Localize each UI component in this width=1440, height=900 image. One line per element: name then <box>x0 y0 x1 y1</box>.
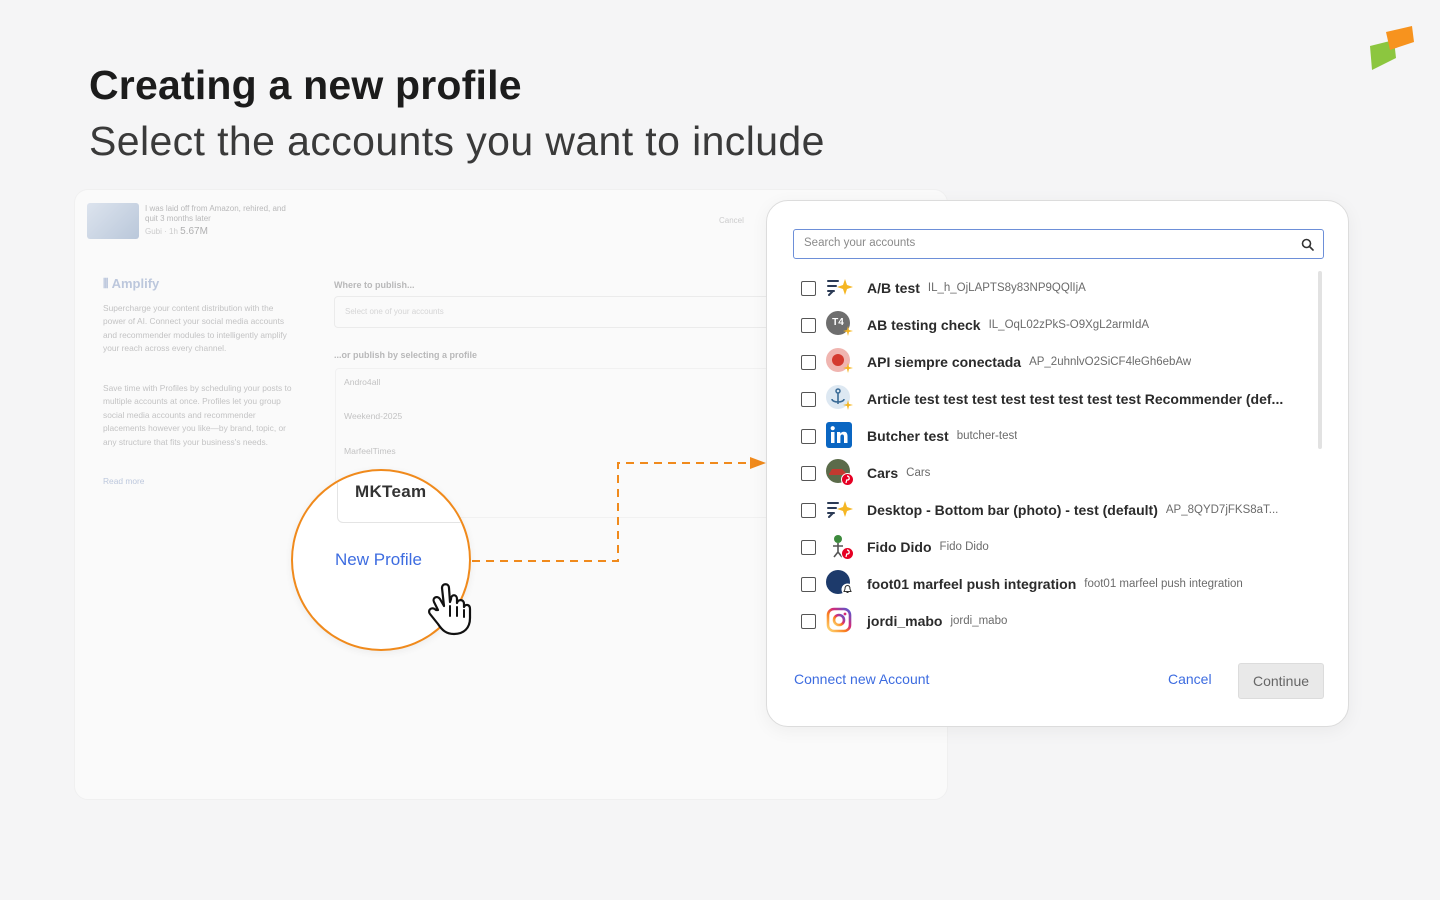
profiles-description: Save time with Profiles by scheduling yo… <box>103 383 292 447</box>
search-input[interactable] <box>804 237 1284 249</box>
profile-item-mkteam[interactable]: MKTeam <box>355 482 426 502</box>
account-row[interactable]: Butcher test butcher-test <box>793 421 1313 451</box>
account-checkbox[interactable] <box>801 539 816 555</box>
account-row[interactable]: jordi_mabo jordi_mabo <box>793 606 1313 636</box>
anchor-avatar-icon <box>826 385 854 413</box>
video-title: I was laid off from Amazon, rehired, and… <box>145 204 286 223</box>
account-row[interactable]: Fido Dido Fido Dido <box>793 532 1313 562</box>
account-row[interactable]: A/B test IL_h_OjLAPTS8y83NP9QQlIjA <box>793 273 1313 303</box>
account-select[interactable]: Select one of your accounts <box>334 296 774 328</box>
search-icon[interactable] <box>1301 238 1314 251</box>
account-row[interactable]: Article test test test test test test te… <box>793 384 1313 414</box>
account-row[interactable]: API siempre conectada AP_2uhnlvO2SiCF4le… <box>793 347 1313 377</box>
account-row[interactable]: foot01 marfeel push integration foot01 m… <box>793 569 1313 599</box>
account-id: Cars <box>906 467 931 479</box>
select-accounts-modal: A/B test IL_h_OjLAPTS8y83NP9QQlIjA T4 AB… <box>766 200 1349 727</box>
account-name: Article test test test test test test te… <box>867 391 1284 407</box>
dashed-arrow-connector <box>472 457 766 562</box>
account-name: A/B test <box>867 280 920 296</box>
pinterest-character-avatar-icon <box>826 533 854 561</box>
account-checkbox[interactable] <box>801 465 816 481</box>
amplify-logo-icon: ⫴ <box>103 276 112 291</box>
account-checkbox[interactable] <box>801 428 816 444</box>
page-subtitle: Select the accounts you want to include <box>89 118 825 164</box>
amplify-sparkle-icon <box>826 274 854 302</box>
account-id: IL_OqL02zPkS-O9XgL2armIdA <box>988 319 1150 331</box>
account-id: Fido Dido <box>939 541 989 553</box>
account-name: Butcher test <box>867 428 949 444</box>
video-views: 5.67M <box>180 226 208 237</box>
read-more-link[interactable]: Read more <box>103 476 144 486</box>
background-cancel-link[interactable]: Cancel <box>719 216 744 225</box>
account-id: jordi_mabo <box>950 615 1008 627</box>
cancel-button[interactable]: Cancel <box>1168 671 1212 687</box>
account-checkbox[interactable] <box>801 354 816 370</box>
account-checkbox[interactable] <box>801 391 816 407</box>
search-box <box>793 229 1324 259</box>
account-name: API siempre conectada <box>867 354 1022 370</box>
pinterest-car-avatar-icon <box>826 459 854 487</box>
t4-avatar-icon: T4 <box>826 311 854 339</box>
account-id: AP_8QYD7jFKS8aT... <box>1165 504 1279 516</box>
account-checkbox[interactable] <box>801 317 816 333</box>
hand-cursor-icon <box>428 583 472 636</box>
account-name: Fido Dido <box>867 539 932 555</box>
account-id: AP_2uhnlvO2SiCF4leGh6ebAw <box>1029 356 1192 368</box>
red-avatar-icon <box>826 348 854 376</box>
video-meta: Gubi · 1h 5.67M <box>145 226 208 237</box>
account-id: butcher-test <box>956 430 1018 442</box>
push-notification-avatar-icon <box>826 570 854 598</box>
video-thumbnail <box>87 203 139 239</box>
profile-item[interactable]: Andro4all <box>344 377 380 387</box>
profile-item[interactable]: MarfeelTimes <box>344 446 396 456</box>
account-id: foot01 marfeel push integration <box>1084 578 1243 590</box>
video-channel: Gubi · 1h <box>145 227 178 236</box>
publish-by-profile-label: ...or publish by selecting a profile <box>334 350 478 360</box>
page-title: Creating a new profile <box>89 62 522 108</box>
account-row[interactable]: T4 AB testing check IL_OqL02zPkS-O9XgL2a… <box>793 310 1313 340</box>
continue-button[interactable]: Continue <box>1238 663 1324 699</box>
profile-item[interactable]: Weekend-2025 <box>344 411 402 421</box>
account-checkbox[interactable] <box>801 613 816 629</box>
account-list: A/B test IL_h_OjLAPTS8y83NP9QQlIjA T4 AB… <box>793 269 1313 639</box>
amplify-sparkle-icon <box>826 496 854 524</box>
instagram-icon <box>826 607 854 635</box>
marfeel-logo-icon <box>1370 26 1414 70</box>
connect-new-account-button[interactable]: Connect new Account <box>794 671 929 687</box>
account-name: Desktop - Bottom bar (photo) - test (def… <box>867 502 1158 518</box>
account-row[interactable]: Cars Cars <box>793 458 1313 488</box>
linkedin-icon <box>826 422 854 450</box>
account-checkbox[interactable] <box>801 280 816 296</box>
account-checkbox[interactable] <box>801 502 816 518</box>
new-profile-button[interactable]: New Profile <box>335 550 422 570</box>
account-name: AB testing check <box>867 317 981 333</box>
account-name: Cars <box>867 465 899 481</box>
account-checkbox[interactable] <box>801 576 816 592</box>
account-name: foot01 marfeel push integration <box>867 576 1077 592</box>
where-to-publish-label: Where to publish... <box>334 280 415 290</box>
account-id: IL_h_OjLAPTS8y83NP9QQlIjA <box>927 282 1086 294</box>
amplify-description: Supercharge your content distribution wi… <box>103 303 287 354</box>
account-name: jordi_mabo <box>867 613 943 629</box>
account-row[interactable]: Desktop - Bottom bar (photo) - test (def… <box>793 495 1313 525</box>
list-scrollbar[interactable] <box>1318 271 1322 449</box>
amplify-brand: ⫴ Amplify <box>103 276 160 291</box>
